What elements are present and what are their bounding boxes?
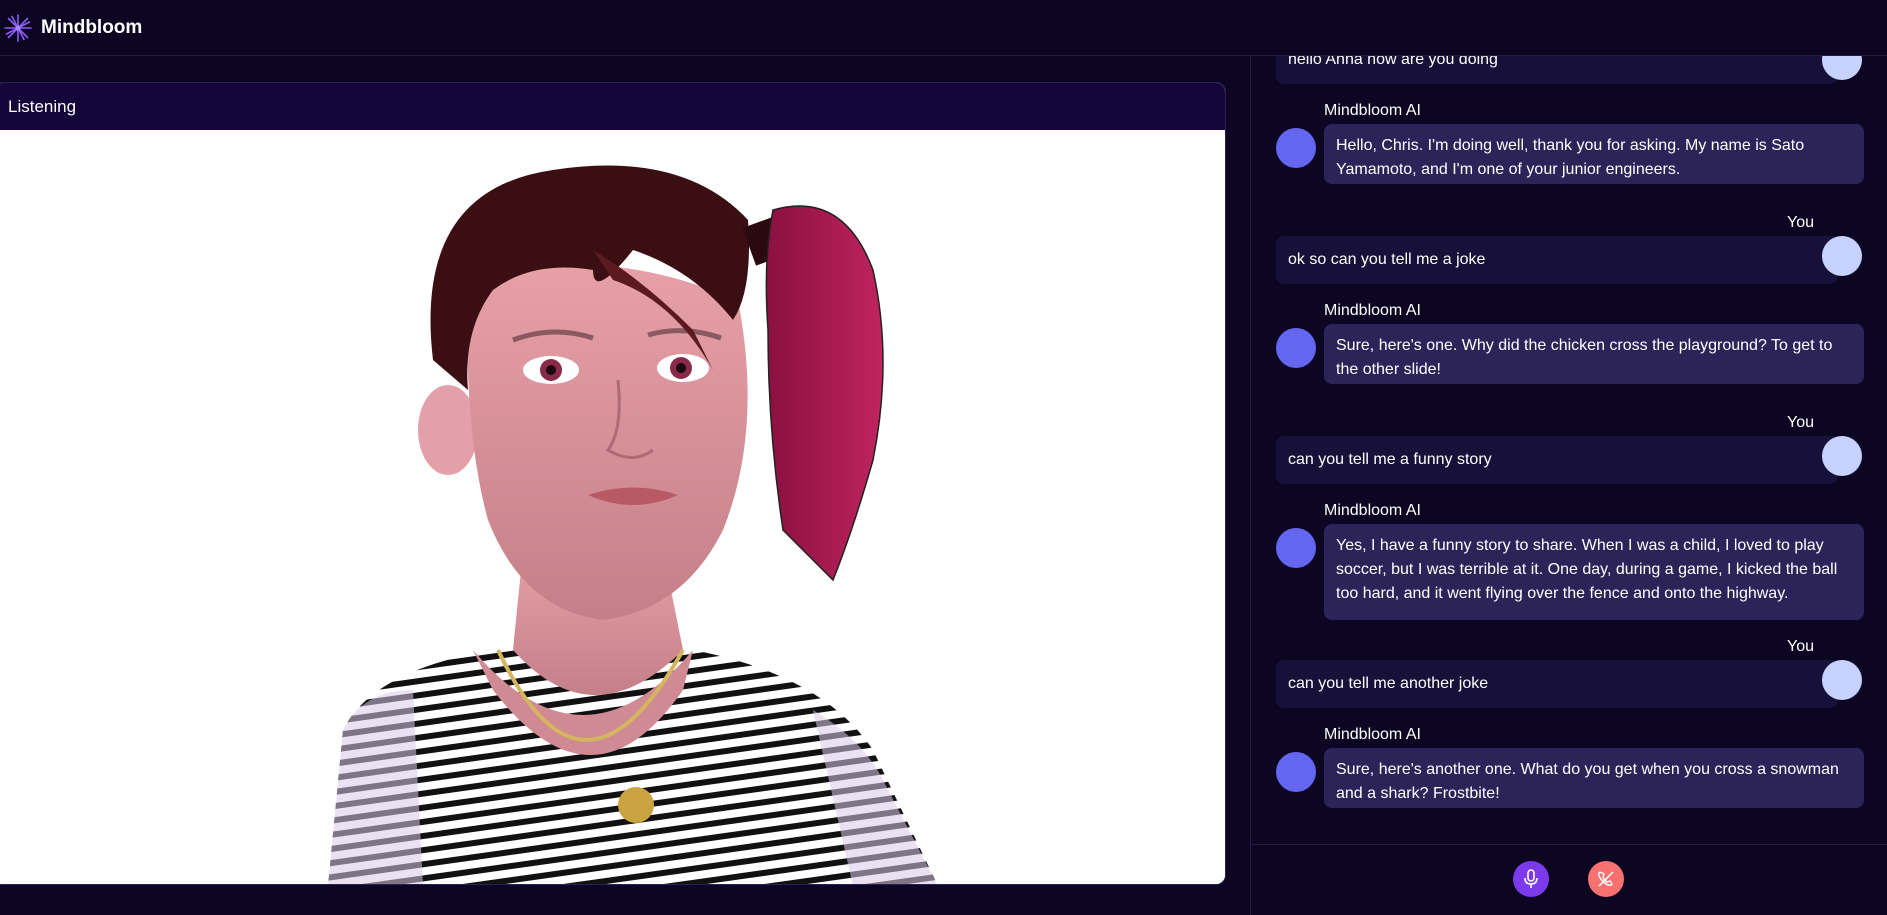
message-line: Hello, Chris. I'm doing well, thank you … <box>1336 137 1805 154</box>
ai-message-bubble: Sure, here's one. Why did the chicken cr… <box>1324 324 1864 384</box>
user-message-bubble: hello Anna how are you doing <box>1276 56 1838 84</box>
user-message-bubble: can you tell me a funny story <box>1276 436 1838 484</box>
user-avatar <box>1822 236 1862 276</box>
phone-hangup-icon <box>1597 871 1614 887</box>
sender-name: Mindbloom AI <box>1324 102 1421 119</box>
ai-message-bubble: Yes, I have a funny story to share. When… <box>1324 524 1864 620</box>
video-status-header: Listening <box>0 83 1225 130</box>
avatar-video-panel: Listening <box>0 82 1226 885</box>
sender-name: You <box>1787 414 1814 431</box>
message-line: Sure, here's another one. What do you ge… <box>1336 761 1839 778</box>
sender-name: Mindbloom AI <box>1324 302 1421 319</box>
ai-avatar <box>1276 328 1316 368</box>
top-bar: Mindbloom <box>0 0 1887 56</box>
message-text: can you tell me a funny story <box>1288 451 1492 468</box>
call-controls <box>1251 844 1887 915</box>
ai-message-bubble: Sure, here's another one. What do you ge… <box>1324 748 1864 808</box>
end-call-button[interactable] <box>1588 861 1624 897</box>
message-text: hello Anna how are you doing <box>1288 56 1498 68</box>
user-message-bubble: ok so can you tell me a joke <box>1276 236 1838 284</box>
user-avatar <box>1822 436 1862 476</box>
message-line: too hard, and it went flying over the fe… <box>1336 585 1789 602</box>
ai-message-bubble: Hello, Chris. I'm doing well, thank you … <box>1324 124 1864 184</box>
message-line: and a shark? Frostbite! <box>1336 785 1500 802</box>
user-message-bubble: can you tell me another joke <box>1276 660 1838 708</box>
chat-panel: hello Anna how are you doing Mindbloom A… <box>1250 56 1887 915</box>
ai-avatar <box>1276 528 1316 568</box>
message-text: can you tell me another joke <box>1288 675 1489 692</box>
message-line: Yamamoto, and I'm one of your junior eng… <box>1336 161 1681 178</box>
message-text: ok so can you tell me a joke <box>1288 251 1486 268</box>
ai-avatar <box>1276 128 1316 168</box>
listening-status: Listening <box>8 96 77 116</box>
brand-name: Mindbloom <box>41 16 143 38</box>
avatar-stage <box>0 130 1225 884</box>
sender-name: You <box>1787 638 1814 655</box>
microphone-button[interactable] <box>1513 861 1549 897</box>
message-line: Sure, here's one. Why did the chicken cr… <box>1336 337 1833 354</box>
message-line: the other slide! <box>1336 361 1441 378</box>
message-line: Yes, I have a funny story to share. When… <box>1336 537 1824 554</box>
ai-avatar <box>1276 752 1316 792</box>
sender-name: Mindbloom AI <box>1324 726 1421 743</box>
sender-name: Mindbloom AI <box>1324 502 1421 519</box>
user-avatar <box>1822 660 1862 700</box>
chat-messages[interactable]: hello Anna how are you doing Mindbloom A… <box>1251 56 1887 844</box>
microphone-icon <box>1524 869 1538 888</box>
message-line: soccer, but I was terrible at it. One da… <box>1336 561 1838 578</box>
sparkle-flower-icon <box>4 13 32 42</box>
avatar-illustration <box>328 165 938 884</box>
sender-name: You <box>1787 214 1814 231</box>
